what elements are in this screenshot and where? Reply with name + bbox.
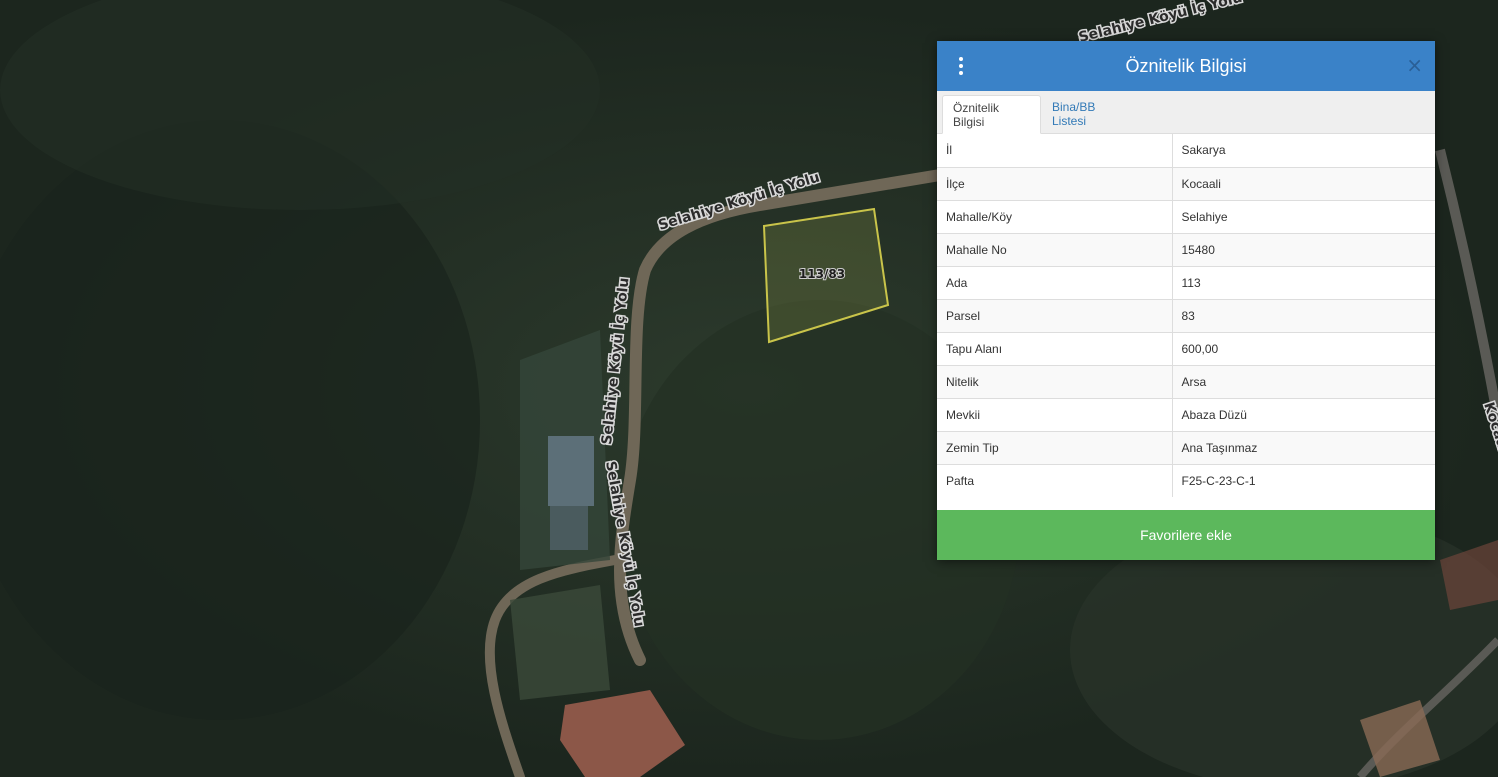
attribute-value: Kocaali [1172, 166, 1435, 200]
add-to-favorites-button[interactable]: Favorilere ekle [937, 510, 1435, 560]
attribute-key: Ada [937, 265, 1173, 299]
table-row: Mahalle/Köy Selahiye [937, 199, 1435, 233]
table-row: Zemin Tip Ana Taşınmaz [937, 430, 1435, 464]
table-row: Parsel 83 [937, 298, 1435, 332]
vertical-ellipsis-icon[interactable] [951, 54, 971, 78]
attribute-key: Pafta [937, 463, 1173, 497]
pool-area [550, 506, 588, 550]
attribute-value: Sakarya [1181, 143, 1226, 158]
attribute-key: Mevkii [937, 397, 1173, 431]
attribute-value: 113 [1172, 265, 1435, 299]
attribute-value: Abaza Düzü [1172, 397, 1435, 431]
attribute-key: Mahalle No [937, 232, 1173, 266]
panel-header: Öznitelik Bilgisi × [937, 41, 1435, 91]
table-row: İlçe Kocaali [937, 166, 1435, 200]
table-row: Ada 113 [937, 265, 1435, 299]
attribute-key: Tapu Alanı [937, 331, 1173, 365]
panel-title: Öznitelik Bilgisi [1125, 55, 1247, 76]
attribute-value: Arsa [1172, 364, 1435, 398]
tab-building-list[interactable]: Bina/BB Listesi [1042, 95, 1142, 133]
attribute-key: Parsel [937, 298, 1173, 332]
attribute-key: İl [937, 134, 1173, 167]
table-row: Mevkii Abaza Düzü [937, 397, 1435, 431]
attribute-value: 83 [1172, 298, 1435, 332]
attribute-value: F25-C-23-C-1 [1172, 463, 1435, 497]
table-row: Nitelik Arsa [937, 364, 1435, 398]
attribute-value: Selahiye [1172, 199, 1435, 233]
attribute-key: İlçe [937, 166, 1173, 200]
table-row: Mahalle No 15480 [937, 232, 1435, 266]
attribute-key: Mahalle/Köy [937, 199, 1173, 233]
table-row: İl Sakarya [937, 134, 1435, 167]
field-area [510, 585, 610, 700]
attribute-info-panel: Öznitelik Bilgisi × Öznitelik Bilgisi Bi… [937, 41, 1435, 560]
attribute-value: 600,00 [1172, 331, 1435, 365]
attribute-table: İl Sakarya İlçe Kocaali Mahalle/Köy Selahiye M… [937, 134, 1435, 497]
parcel-label: 113/83 [799, 267, 845, 281]
attribute-key: Zemin Tip [937, 430, 1173, 464]
close-icon[interactable]: × [1406, 55, 1423, 75]
table-row: Pafta F25-C-23-C-1 [937, 463, 1435, 497]
tab-attribute-info[interactable]: Öznitelik Bilgisi [942, 95, 1041, 134]
attribute-value: Ana Taşınmaz [1172, 430, 1435, 464]
table-row: Tapu Alanı 600,00 [937, 331, 1435, 365]
attribute-value: 15480 [1172, 232, 1435, 266]
attribute-key: Nitelik [937, 364, 1173, 398]
tab-bar: Öznitelik Bilgisi Bina/BB Listesi [937, 91, 1435, 134]
pool-area [548, 436, 594, 506]
